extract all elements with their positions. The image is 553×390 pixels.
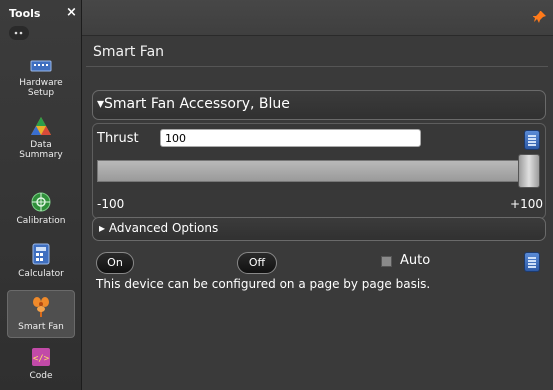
advanced-options-label: Advanced Options [108,221,219,235]
sidebar-title: Tools [9,7,41,20]
top-toolbar [82,0,553,36]
code-icon: </> [32,348,50,366]
sidebar-item-calibration[interactable]: Calibration [7,192,75,226]
calculator-icon[interactable] [524,252,540,272]
sidebar-header: Tools × [0,0,81,40]
tools-sidebar: Tools × Hardware Setup Data Summary Cali… [0,0,82,390]
sidebar-item-hardware-setup[interactable]: Hardware Setup [7,58,75,98]
slider-min-label: -100 [97,197,125,211]
on-button[interactable]: On [96,252,134,274]
thrust-input[interactable] [160,129,421,147]
off-button[interactable]: Off [237,252,277,274]
drag-handle-icon[interactable] [9,26,29,40]
hardware-icon [30,60,52,72]
auto-label: Auto [400,253,431,268]
sidebar-item-label: Calculator [18,269,64,279]
smart-fan-icon [33,297,49,317]
sidebar-item-smart-fan[interactable]: Smart Fan [7,290,75,338]
calculator-icon[interactable] [524,130,540,150]
sidebar-item-label: Calibration [16,216,66,226]
data-summary-icon [31,117,51,135]
calibration-icon [31,192,51,212]
page-title: Smart Fan [93,44,165,60]
chevron-down-icon: ▾ [97,96,105,112]
sidebar-item-data-summary[interactable]: Data Summary [7,116,75,160]
sidebar-item-label: Smart Fan [18,322,64,332]
advanced-options-accordion[interactable]: ▸ Advanced Options [92,217,546,241]
device-name: Smart Fan Accessory, Blue [104,96,290,112]
pin-icon[interactable] [533,10,547,24]
sidebar-item-calculator[interactable]: Calculator [7,243,75,279]
sidebar-item-label: Data Summary [19,140,63,160]
close-icon[interactable]: × [66,5,77,20]
thrust-label: Thrust [97,131,139,146]
sidebar-item-code[interactable]: </> Code [7,347,75,381]
device-accordion-header[interactable]: ▾Smart Fan Accessory, Blue [92,90,546,120]
info-text: This device can be configured on a page … [96,277,431,291]
chevron-right-icon: ▸ [99,221,106,235]
divider [86,66,548,67]
calculator-icon [32,243,50,265]
thrust-slider-track[interactable] [97,160,522,182]
slider-max-label: +100 [510,197,543,211]
auto-checkbox[interactable] [381,256,392,267]
sidebar-item-label: Hardware Setup [19,78,63,98]
sidebar-item-label: Code [29,371,53,381]
thrust-slider-handle[interactable] [518,154,540,188]
svg-text:</>: </> [33,354,50,364]
